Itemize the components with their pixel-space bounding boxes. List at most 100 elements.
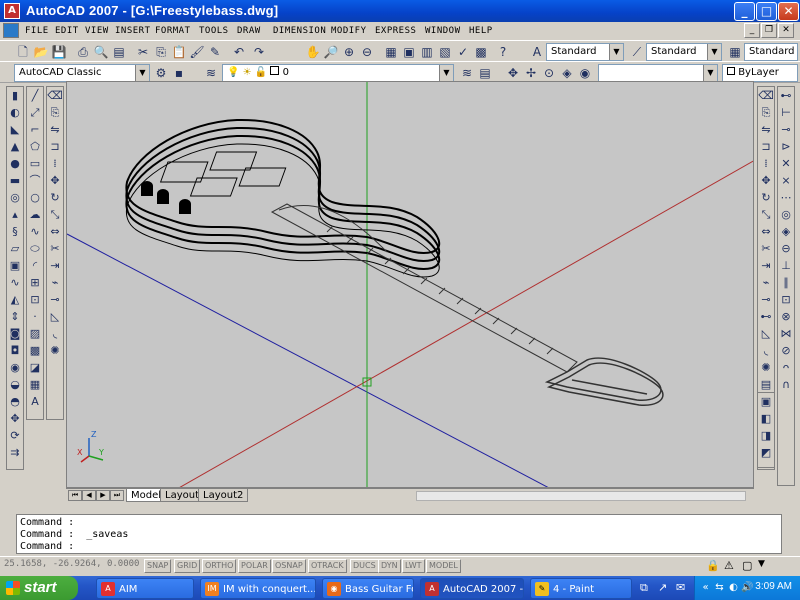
save-icon[interactable]: 💾 xyxy=(50,43,68,61)
table-style-icon[interactable]: ▦ xyxy=(726,43,744,61)
pan-icon[interactable]: ✋ xyxy=(304,43,322,61)
zoom-realtime-icon[interactable]: 🔎 xyxy=(322,43,340,61)
scale-icon[interactable]: ⤡ xyxy=(758,206,774,223)
help-icon[interactable]: ? xyxy=(494,43,512,61)
properties-icon[interactable]: ▦ xyxy=(382,43,400,61)
osnap-toggle[interactable]: OSNAP xyxy=(272,559,306,573)
dim-style-select[interactable]: Standard ▼ xyxy=(646,43,722,61)
menu-express[interactable]: EXPRESS xyxy=(372,24,419,38)
fillet-icon[interactable]: ◟ xyxy=(758,342,774,359)
temp-track-icon[interactable]: ⊷ xyxy=(778,87,794,104)
taskbar-item-firefox[interactable]: ◉ Bass Guitar Foru... xyxy=(322,578,414,599)
otrack-toggle[interactable]: OTRACK xyxy=(308,559,347,573)
tray-chevron-icon[interactable]: « xyxy=(699,581,712,594)
move-icon[interactable]: ✥ xyxy=(758,172,774,189)
cone-icon[interactable]: ▲ xyxy=(7,138,23,155)
line-icon[interactable]: ╱ xyxy=(27,87,43,104)
menu-file[interactable]: FILE xyxy=(22,24,52,38)
menu-dimension[interactable]: DIMENSION xyxy=(270,24,329,38)
dyn-toggle[interactable]: DYN xyxy=(378,559,401,573)
array-icon[interactable]: ⁞ xyxy=(758,155,774,172)
communication-center-icon[interactable]: ⚠ xyxy=(724,559,734,572)
publish-icon[interactable]: ▤ xyxy=(110,43,128,61)
section-icon[interactable]: ◓ xyxy=(7,393,23,410)
cut-icon[interactable]: ✂ xyxy=(134,43,152,61)
polyline-icon[interactable]: ⌐ xyxy=(27,121,43,138)
start-button[interactable]: start xyxy=(0,576,78,600)
next-tab-icon[interactable]: ▶ xyxy=(96,490,110,501)
plot-preview-icon[interactable]: 🔍 xyxy=(92,43,110,61)
prev-tab-icon[interactable]: ◀ xyxy=(82,490,96,501)
tab-layout2[interactable]: Layout2 xyxy=(198,489,249,502)
erase-icon[interactable]: ⌫ xyxy=(47,87,63,104)
close-button[interactable]: ✕ xyxy=(778,2,799,21)
new-icon[interactable]: 🗋 xyxy=(14,43,32,61)
sheet-set-icon[interactable]: ▧ xyxy=(436,43,454,61)
chamfer-icon[interactable]: ◺ xyxy=(758,325,774,342)
first-tab-icon[interactable]: ⏮ xyxy=(68,490,82,501)
chevron-down-icon[interactable]: ▼ xyxy=(135,65,149,81)
extend-icon[interactable]: ⇥ xyxy=(758,257,774,274)
snap-endpoint-icon[interactable]: ⊸ xyxy=(778,121,794,138)
menu-view[interactable]: VIEW xyxy=(82,24,112,38)
snap-midpoint-icon[interactable]: ⊳ xyxy=(778,138,794,155)
snap-nearest-icon[interactable]: ⋈ xyxy=(778,325,794,342)
pan3d-icon[interactable]: ✢ xyxy=(522,64,540,82)
mirror-icon[interactable]: ⇋ xyxy=(758,121,774,138)
copy-object-icon[interactable]: ⎘ xyxy=(758,104,774,121)
plot-icon[interactable]: ⎙ xyxy=(74,43,92,61)
hatch-icon[interactable]: ▨ xyxy=(27,325,43,342)
break-icon[interactable]: ⊸ xyxy=(758,291,774,308)
doc-restore-button[interactable]: ❐ xyxy=(761,23,777,38)
snap-parallel-icon[interactable]: ∥ xyxy=(778,274,794,291)
copy-object-icon[interactable]: ⎘ xyxy=(47,104,63,121)
statusbar-menu-icon[interactable]: ▼ xyxy=(758,559,765,569)
quick-launch-icon[interactable]: ✉ xyxy=(676,581,685,594)
move-icon[interactable]: ✥ xyxy=(47,172,63,189)
clock[interactable]: 3:09 AM xyxy=(755,581,792,592)
doc-minimize-button[interactable]: _ xyxy=(744,23,760,38)
3d-move-icon[interactable]: ✥ xyxy=(7,410,23,427)
break-icon[interactable]: ⌁ xyxy=(47,274,63,291)
wedge-icon[interactable]: ◣ xyxy=(7,121,23,138)
color-control-select[interactable]: ▼ xyxy=(598,64,718,82)
linetype-select[interactable]: ByLayer xyxy=(722,64,798,82)
table-style-select[interactable]: Standard xyxy=(744,43,798,61)
view-iso-icon[interactable]: ◩ xyxy=(758,444,774,461)
view-top-icon[interactable]: ◧ xyxy=(758,410,774,427)
undo-icon[interactable]: ↶ xyxy=(230,43,248,61)
array-icon[interactable]: ⁞ xyxy=(47,155,63,172)
model-toggle[interactable]: MODEL xyxy=(426,559,461,573)
gradient-icon[interactable]: ▩ xyxy=(27,342,43,359)
dim-style-icon[interactable]: ⟋ xyxy=(628,43,646,61)
snap-node-icon[interactable]: ⊗ xyxy=(778,308,794,325)
draw-order-icon[interactable]: ▤ xyxy=(758,376,774,393)
osnap-settings-icon[interactable]: ᴖ xyxy=(778,359,794,376)
named-views-icon[interactable]: ▣ xyxy=(758,393,774,410)
make-current-layer-icon[interactable]: ≋ xyxy=(458,64,476,82)
snap-extension-icon[interactable]: ⋯ xyxy=(778,189,794,206)
drawing-viewport[interactable]: Z X Y xyxy=(66,81,754,488)
menu-help[interactable]: HELP xyxy=(466,24,496,38)
redo-icon[interactable]: ↷ xyxy=(250,43,268,61)
calculator-icon[interactable]: ▩ xyxy=(472,43,490,61)
snap-from-icon[interactable]: ⊢ xyxy=(778,104,794,121)
menu-tools[interactable]: TOOLS xyxy=(196,24,232,38)
snap-insert-icon[interactable]: ⊡ xyxy=(778,291,794,308)
snap-quadrant-icon[interactable]: ◈ xyxy=(778,223,794,240)
coordinate-readout[interactable]: 25.1658, -26.9264, 0.0000 xyxy=(4,559,139,569)
markup-icon[interactable]: ✓ xyxy=(454,43,472,61)
snap-toggle[interactable]: SNAP xyxy=(144,559,172,573)
last-tab-icon[interactable]: ⏭ xyxy=(110,490,124,501)
trim-icon[interactable]: ✂ xyxy=(758,240,774,257)
taskbar-item-im[interactable]: IM IM with conquert... xyxy=(200,578,316,599)
pyramid-icon[interactable]: ▴ xyxy=(7,206,23,223)
horizontal-scrollbar[interactable] xyxy=(416,491,746,501)
network-icon[interactable]: ⇆ xyxy=(713,581,726,594)
intersect-icon[interactable]: ◉ xyxy=(7,359,23,376)
chevron-down-icon[interactable]: ▼ xyxy=(707,44,721,60)
sweep-icon[interactable]: ∿ xyxy=(7,274,23,291)
menu-modify[interactable]: MODIFY xyxy=(328,24,370,38)
document-icon[interactable] xyxy=(3,23,19,38)
presspull-icon[interactable]: ⇕ xyxy=(7,308,23,325)
